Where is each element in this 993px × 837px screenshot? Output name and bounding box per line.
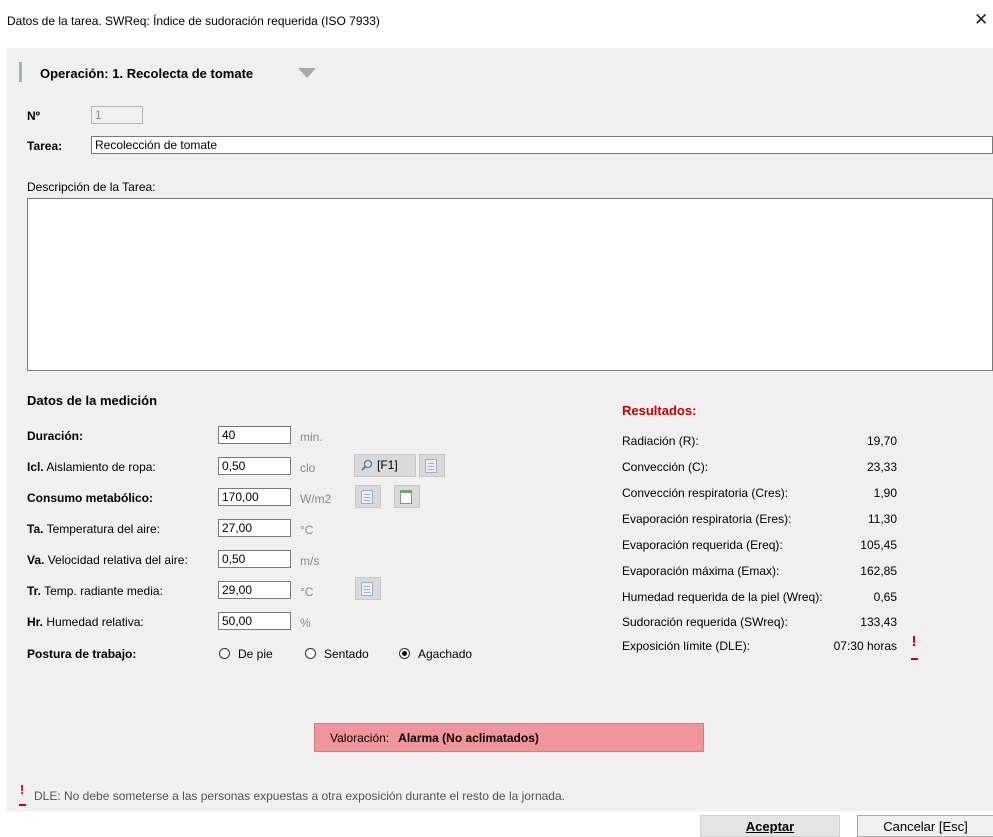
- assessment-label: Valoración:: [330, 730, 390, 745]
- result-label: Evaporación respiratoria (Eres):: [622, 512, 792, 526]
- footnote-exclamation-icon: !: [17, 783, 27, 808]
- cancel-button[interactable]: Cancelar [Esc]: [857, 815, 993, 837]
- result-value: 1,90: [873, 486, 897, 500]
- result-value: 0,65: [873, 590, 897, 604]
- radiant-calculator-button[interactable]: [355, 577, 381, 600]
- result-label: Evaporación máxima (Emax):: [622, 564, 780, 578]
- calculator-icon: [425, 459, 437, 473]
- results-heading: Resultados:: [622, 403, 697, 418]
- air-temperature-label-bold: Ta.: [27, 522, 44, 536]
- task-name-input[interactable]: Recolección de tomate: [91, 136, 993, 154]
- posture-crouched-label[interactable]: Agachado: [418, 647, 472, 661]
- icl-label-text: Aislamiento de ropa:: [43, 460, 156, 474]
- close-icon[interactable]: ✕: [974, 10, 988, 30]
- magnifier-icon: [361, 459, 373, 471]
- clothing-calculator-button[interactable]: [419, 454, 445, 477]
- posture-seated-radio[interactable]: [305, 648, 316, 659]
- metabolic-label-bold: Consumo metabólico:: [27, 491, 154, 505]
- operation-accent-bar: [19, 62, 22, 82]
- result-label: Humedad requerida de la piel (Wreq):: [622, 590, 823, 604]
- metabolic-rate-unit: W/m2: [300, 492, 332, 506]
- icl-label-bold: Icl.: [27, 460, 44, 474]
- humidity-label-bold: Hr.: [27, 615, 44, 629]
- task-number-field: 1: [91, 106, 143, 124]
- radiant-temperature-unit: °C: [300, 585, 314, 599]
- air-velocity-label-text: Velocidad relativa del aire:: [44, 553, 188, 567]
- alarm-exclamation-icon: !: [909, 634, 919, 663]
- clothing-lookup-button[interactable]: [F1]: [354, 454, 416, 477]
- result-value: 162,85: [860, 564, 897, 578]
- air-temperature-input[interactable]: 27,00: [218, 519, 291, 537]
- result-label: Sudoración requerida (SWreq):: [622, 615, 788, 629]
- humidity-unit: %: [300, 616, 311, 630]
- dialog-content: [7, 48, 993, 811]
- result-label: Exposición límite (DLE):: [622, 639, 751, 653]
- posture-standing-radio[interactable]: [219, 648, 230, 659]
- air-velocity-input[interactable]: 0,50: [218, 550, 291, 568]
- air-velocity-label-bold: Va.: [27, 553, 45, 567]
- result-label: Convección (C):: [622, 460, 709, 474]
- radiant-temperature-label: Tr. Temp. radiante media:: [27, 584, 163, 598]
- clothing-insulation-input[interactable]: 0,50: [218, 457, 291, 475]
- table-icon: [400, 490, 412, 504]
- air-temperature-unit: °C: [300, 523, 314, 537]
- radiant-temperature-input[interactable]: 29,00: [218, 581, 291, 599]
- accept-button[interactable]: Aceptar: [700, 815, 840, 837]
- exposure-limit-value: 07:30 horas: [833, 639, 897, 653]
- posture-crouched-radio[interactable]: [399, 648, 410, 659]
- f1-shortcut-label: [F1]: [377, 458, 398, 472]
- result-value: 11,30: [867, 512, 897, 526]
- air-velocity-label: Va. Velocidad relativa del aire:: [27, 553, 188, 567]
- calculator-icon: [361, 490, 373, 504]
- clothing-insulation-unit: clo: [300, 461, 316, 475]
- icl-label: Icl. Aislamiento de ropa:: [27, 460, 156, 474]
- metabolic-calculator-button[interactable]: [355, 485, 381, 508]
- humidity-label-text: Humedad relativa:: [43, 615, 144, 629]
- window-title: Datos de la tarea. SWReq: Índice de sudo…: [7, 14, 380, 28]
- result-value: 23,33: [866, 460, 897, 474]
- assessment-box: Valoración: Alarma (No aclimatados): [314, 723, 704, 752]
- footnote-text: DLE: No debe someterse a las personas ex…: [34, 789, 565, 803]
- result-label: Radiación (R):: [622, 434, 699, 448]
- task-number-label: Nº: [27, 109, 41, 123]
- calculator-icon: [361, 582, 373, 596]
- operation-title: Operación: 1. Recolecta de tomate: [40, 66, 254, 81]
- description-textarea[interactable]: [27, 198, 993, 371]
- result-value: 133,43: [860, 615, 897, 629]
- humidity-label: Hr. Humedad relativa:: [27, 615, 144, 629]
- measurement-heading: Datos de la medición: [27, 393, 158, 408]
- result-label: Convección respiratoria (Cres):: [622, 486, 789, 500]
- radiant-temperature-label-text: Temp. radiante media:: [41, 584, 163, 598]
- posture-standing-label[interactable]: De pie: [238, 647, 273, 661]
- duration-unit: min.: [300, 430, 323, 444]
- duration-label: Duración:: [27, 429, 83, 443]
- humidity-input[interactable]: 50,00: [218, 612, 291, 630]
- air-temperature-label: Ta. Temperatura del aire:: [27, 522, 160, 536]
- result-value: 19,70: [866, 434, 897, 448]
- result-label: Evaporación requerida (Ereq):: [622, 538, 783, 552]
- assessment-value: Alarma (No aclimatados): [398, 730, 539, 745]
- metabolic-rate-input[interactable]: 170,00: [218, 488, 291, 506]
- duration-input[interactable]: 40: [218, 426, 291, 444]
- metabolic-table-button[interactable]: [394, 485, 420, 508]
- result-value: 105,45: [860, 538, 897, 552]
- metabolic-label: Consumo metabólico:: [27, 491, 153, 505]
- posture-seated-label[interactable]: Sentado: [324, 647, 369, 661]
- task-name-label: Tarea:: [27, 139, 63, 153]
- radiant-temperature-label-bold: Tr.: [27, 584, 42, 598]
- description-label: Descripción de la Tarea:: [27, 180, 156, 194]
- air-temperature-label-text: Temperatura del aire:: [43, 522, 160, 536]
- duration-label-bold: Duración:: [27, 429, 84, 443]
- air-velocity-unit: m/s: [300, 554, 320, 568]
- operation-dropdown-icon[interactable]: [298, 68, 316, 78]
- posture-label: Postura de trabajo:: [27, 647, 137, 661]
